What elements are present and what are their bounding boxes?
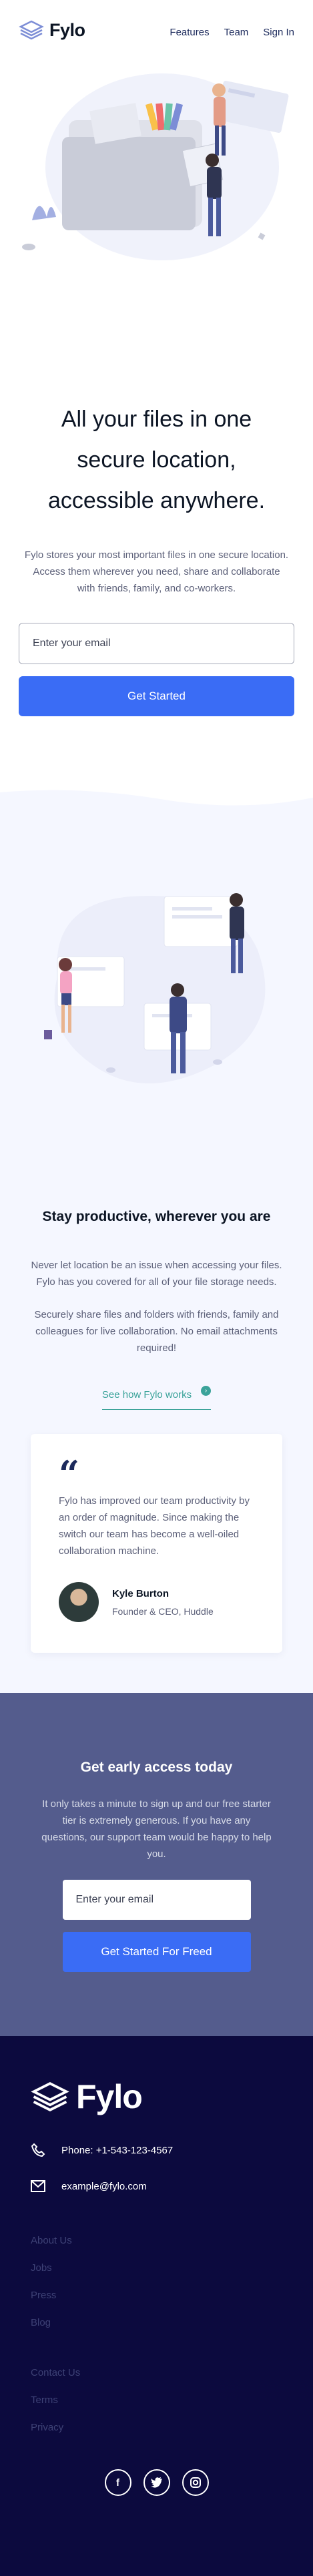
nav-features[interactable]: Features: [170, 27, 209, 38]
footer-logo-text: Fylo: [76, 2078, 143, 2115]
phone-text: Phone: +1-543-123-4567: [61, 2144, 174, 2156]
footer-link-terms[interactable]: Terms: [31, 2394, 282, 2406]
footer-links-2: Contact Us Terms Privacy: [31, 2367, 282, 2433]
footer-links-1: About Us Jobs Press Blog: [31, 2235, 282, 2328]
social-links: f: [31, 2469, 282, 2496]
footer-link-jobs[interactable]: Jobs: [31, 2262, 282, 2274]
productive-section: Stay productive, wherever you are Never …: [0, 790, 313, 1693]
hero-section: All your files in one secure location, a…: [0, 60, 313, 716]
main-nav: Features Team Sign In: [170, 27, 294, 38]
footer-link-privacy[interactable]: Privacy: [31, 2422, 282, 2433]
early-access-title: Get early access today: [80, 1760, 233, 1775]
hero-title: All your files in one secure location, a…: [47, 407, 266, 513]
see-how-link[interactable]: See how Fylo works ›: [101, 1386, 212, 1410]
early-access-section: Get early access today It only takes a m…: [0, 1693, 313, 2036]
productive-title: Stay productive, wherever you are: [42, 1209, 271, 1224]
logo[interactable]: Fylo: [19, 20, 85, 41]
footer-email: example@fylo.com: [31, 2180, 282, 2192]
see-how-link-wrap: See how Fylo works ›: [31, 1386, 282, 1410]
testimonial-quote: Fylo has improved our team productivity …: [59, 1495, 250, 1557]
author-name: Kyle Burton: [112, 1587, 170, 1599]
hero-email-input[interactable]: [19, 623, 294, 664]
footer-logo[interactable]: Fylo: [31, 2077, 282, 2116]
logo-icon: [19, 20, 44, 40]
twitter-icon[interactable]: [143, 2469, 170, 2496]
site-header: Fylo Features Team Sign In: [0, 0, 313, 60]
testimonial-card: “ Fylo has improved our team productivit…: [31, 1434, 282, 1653]
see-how-link-label: See how Fylo works: [101, 1389, 192, 1400]
facebook-icon[interactable]: f: [104, 2469, 131, 2496]
arrow-right-icon: ›: [201, 1386, 212, 1396]
footer-phone: Phone: +1-543-123-4567: [31, 2143, 282, 2157]
footer-link-blog[interactable]: Blog: [31, 2317, 282, 2328]
hero-description: Fylo stores your most important files in…: [24, 549, 289, 594]
nav-sign-in[interactable]: Sign In: [263, 27, 294, 38]
phone-icon: [31, 2143, 45, 2157]
author-role: Founder & CEO, Huddle: [112, 1605, 214, 1617]
email-text[interactable]: example@fylo.com: [61, 2181, 147, 2192]
footer-link-press[interactable]: Press: [31, 2290, 282, 2301]
get-started-free-button[interactable]: Get Started For Freed: [62, 1932, 251, 1972]
email-icon: [31, 2180, 45, 2192]
footer-link-contact[interactable]: Contact Us: [31, 2367, 282, 2378]
nav-team[interactable]: Team: [224, 27, 249, 38]
quote-icon: “: [59, 1453, 80, 1495]
early-email-input[interactable]: [62, 1880, 251, 1920]
instagram-icon[interactable]: [182, 2469, 209, 2496]
testimonial-author: Kyle Burton Founder & CEO, Huddle: [59, 1582, 254, 1622]
site-footer: Fylo Phone: +1-543-123-4567 example@fylo…: [0, 2036, 313, 2576]
productive-paragraph-2: Securely share files and folders with fr…: [34, 1309, 279, 1354]
get-started-button[interactable]: Get Started: [19, 676, 294, 716]
avatar: [59, 1582, 99, 1622]
logo-text: Fylo: [49, 19, 85, 40]
productive-illustration: [31, 823, 282, 1157]
early-access-description: It only takes a minute to sign up and ou…: [41, 1798, 272, 1860]
section-wave: [0, 790, 313, 826]
footer-logo-icon: [31, 2082, 69, 2111]
productive-paragraph-1: Never let location be an issue when acce…: [31, 1260, 282, 1288]
footer-link-about[interactable]: About Us: [31, 2235, 282, 2246]
hero-illustration: [19, 60, 294, 327]
